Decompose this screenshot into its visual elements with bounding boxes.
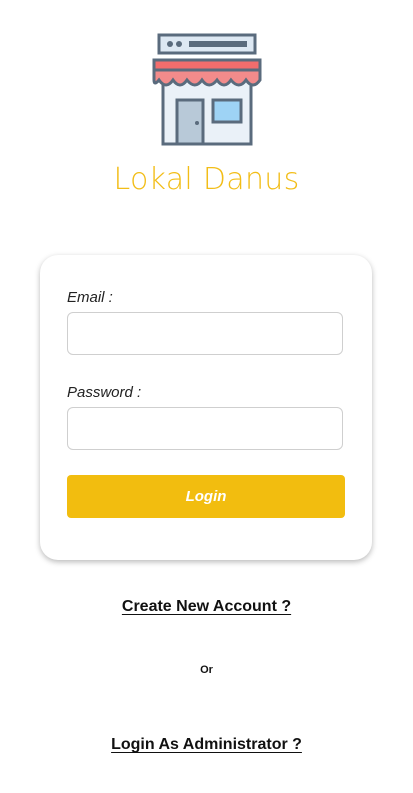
or-separator: Or — [200, 664, 213, 676]
password-field[interactable] — [67, 407, 343, 450]
storefront-icon — [152, 33, 261, 146]
app-logo — [0, 30, 413, 150]
email-label: Email : — [67, 289, 113, 306]
admin-login-link-row: Login As Administrator ? — [0, 736, 413, 754]
create-account-link[interactable]: Create New Account ? — [122, 598, 291, 615]
create-account-link-row: Create New Account ? — [0, 598, 413, 616]
admin-login-link[interactable]: Login As Administrator ? — [111, 736, 302, 753]
email-field[interactable] — [67, 312, 343, 355]
login-card: Email : Password : Login — [40, 255, 372, 560]
login-button[interactable]: Login — [67, 475, 345, 518]
app-title: Lokal Danus — [113, 162, 300, 197]
password-label: Password : — [67, 384, 142, 401]
